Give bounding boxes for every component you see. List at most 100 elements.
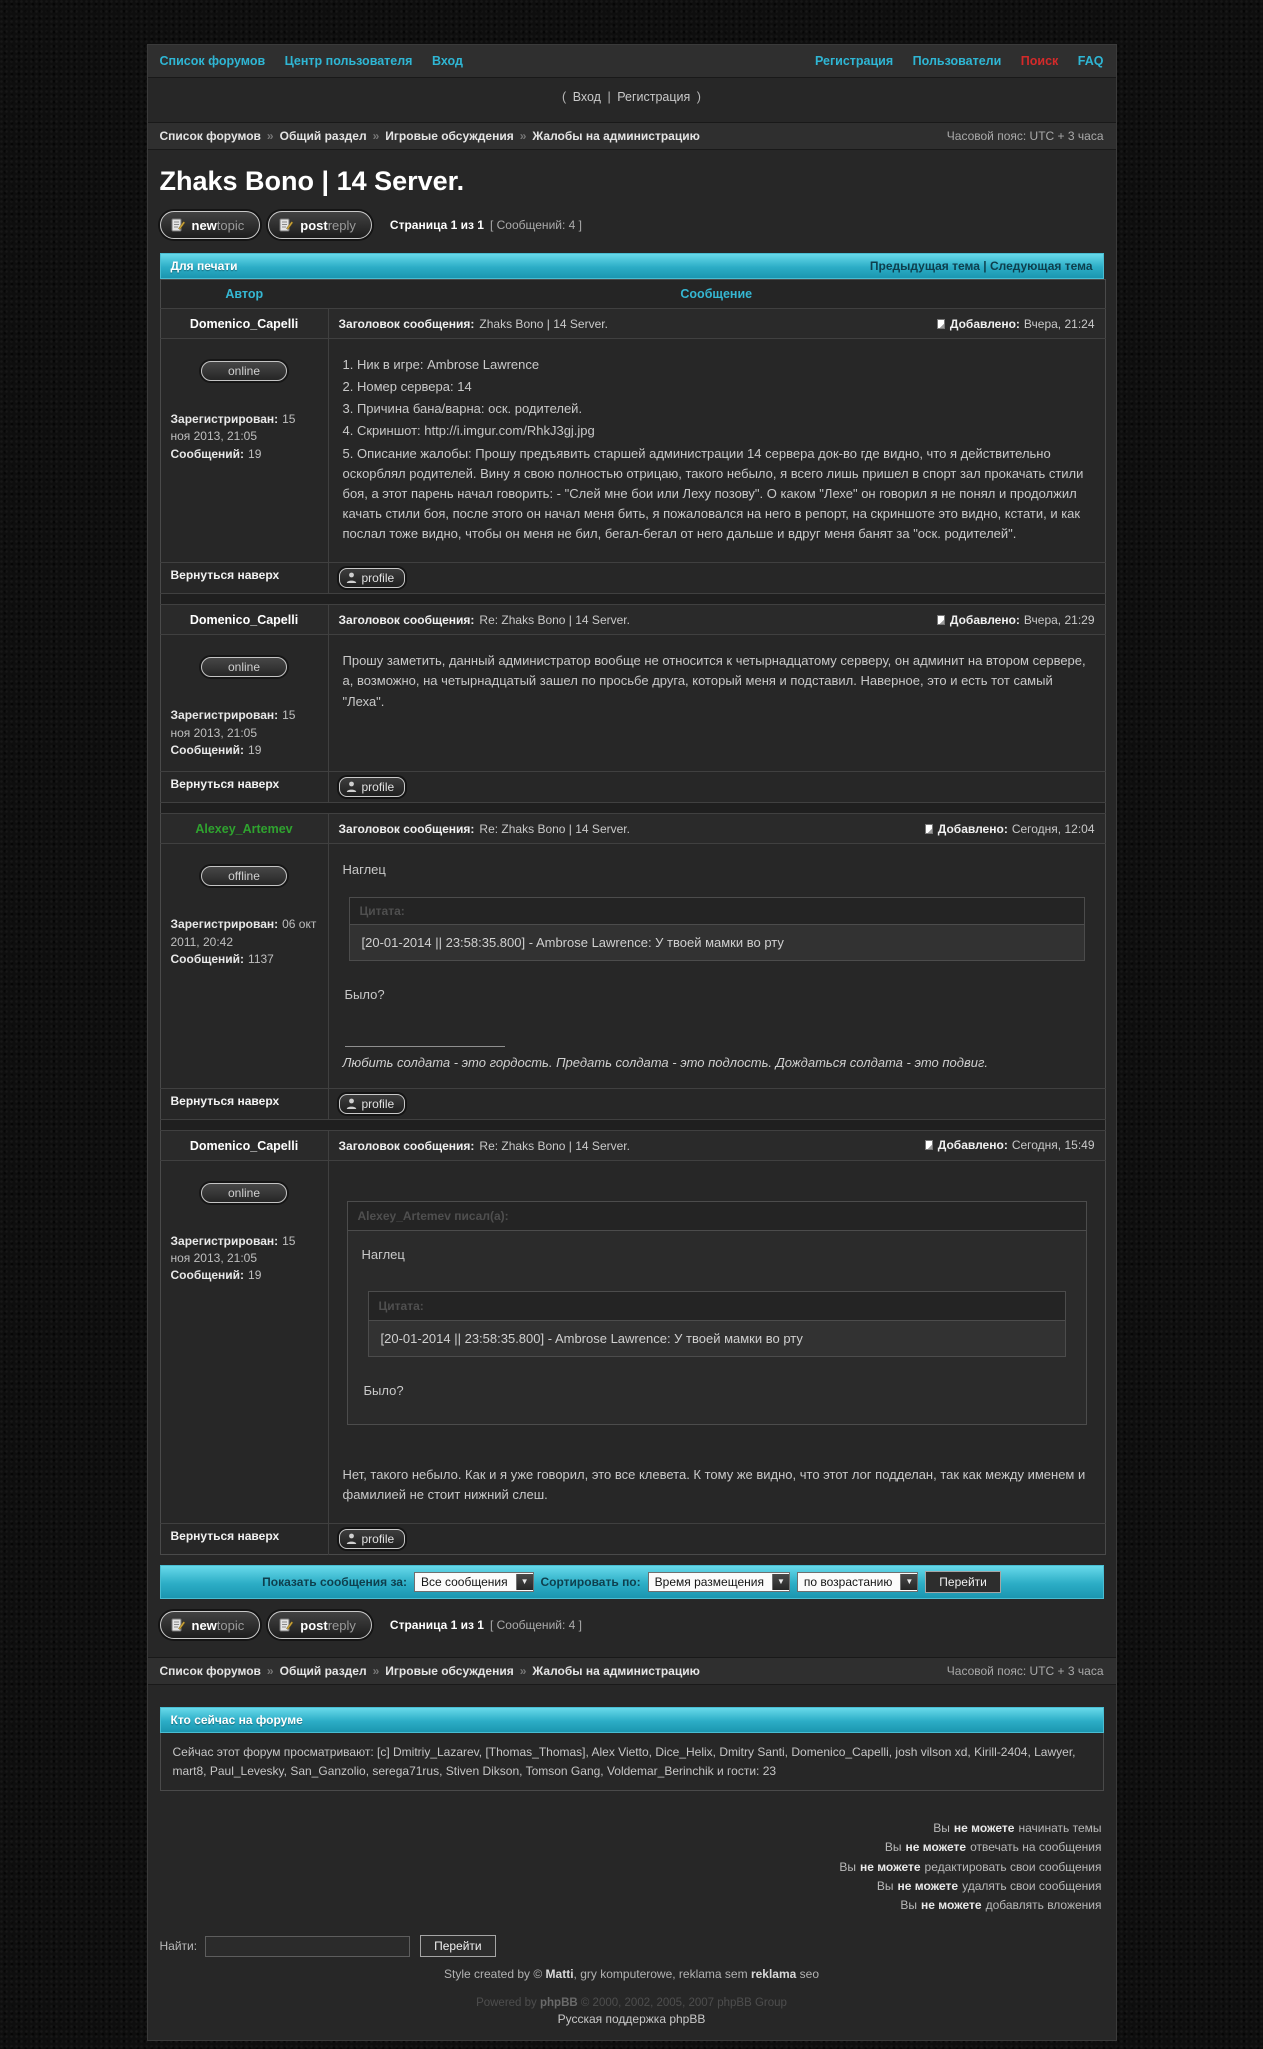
next-topic-link[interactable]: Следующая тема <box>990 259 1093 273</box>
user-details: Зарегистрирован: 06 окт 2011, 20:42 Сообщ… <box>171 916 318 968</box>
new-topic-button[interactable]: newtopic <box>159 211 261 239</box>
post-body-row: online Зарегистрирован: 15 ноя 2013, 21:0… <box>160 634 1105 772</box>
nav-login[interactable]: Вход <box>432 54 463 68</box>
register-link[interactable]: Регистрация <box>617 90 690 104</box>
message-line: 3. Причина бана/варна: оск. родителей. <box>342 401 583 417</box>
messages-label: Сообщений: <box>170 446 245 461</box>
sort-go-button[interactable]: Перейти <box>925 1571 1001 1593</box>
new-topic-label-strong: new <box>191 217 217 233</box>
post-author-link[interactable]: Domenico_Capelli <box>190 1139 298 1153</box>
user-icon <box>346 1533 356 1544</box>
profile-button[interactable]: profile <box>338 1093 406 1114</box>
subject-label: Заголовок сообщения: <box>338 822 475 837</box>
post-subject: Заголовок сообщения: Re: Zhaks Bono | 14 … <box>339 612 630 627</box>
topic-controls-bottom: newtopic postreply Страница 1 из 1 [ Сооб… <box>159 1611 1104 1639</box>
sort-by-label: Сортировать по: <box>540 1575 641 1589</box>
message-column-header: Сообщение <box>328 279 1105 309</box>
post-author-link[interactable]: Domenico_Capelli <box>190 613 298 627</box>
added-value: Вчера, 21:24 <box>1023 316 1095 331</box>
credit-text: Style created by © <box>443 1967 546 1982</box>
crumb-admin-complaints[interactable]: Жалобы на администрацию <box>532 1664 699 1678</box>
profile-button[interactable]: profile <box>338 777 406 798</box>
back-to-top-link[interactable]: Вернуться наверх <box>171 777 280 791</box>
back-to-top-link[interactable]: Вернуться наверх <box>171 1529 280 1543</box>
posts-table-header: Автор Сообщение <box>160 279 1105 309</box>
forum-page: Список форумов Центр пользователя Вход Р… <box>146 44 1117 2042</box>
back-to-top-link[interactable]: Вернуться наверх <box>171 1094 280 1108</box>
profile-button[interactable]: profile <box>338 1529 406 1549</box>
sort-field-value: Время размещения <box>654 1575 764 1589</box>
previous-topic-link[interactable]: Предыдущая тема <box>870 259 980 273</box>
page-info: Страница 1 из 1 [ Сообщений: 4 ] <box>390 1618 582 1632</box>
nav-register[interactable]: Регистрация <box>815 54 893 68</box>
crumb-forum-list[interactable]: Список форумов <box>160 129 261 143</box>
russian-support-link[interactable]: Русская поддержка phpBB <box>558 2012 706 2026</box>
search-input[interactable] <box>205 1935 411 1957</box>
nav-user-center[interactable]: Центр пользователя <box>285 54 413 68</box>
breadcrumb-bar-top: Список форумов » Общий раздел » Игровые обсу… <box>147 122 1116 150</box>
reklama-link[interactable]: reklama <box>751 1967 796 1981</box>
jump-search-row: Найти: Перейти <box>160 1935 1104 1958</box>
post-author-link[interactable]: Domenico_Capelli <box>190 317 298 331</box>
permission-line: Вы не можете редактировать свои сообщения <box>839 1859 1102 1874</box>
post-reply-button[interactable]: postreply <box>268 211 372 239</box>
crumb-general[interactable]: Общий раздел <box>280 1664 367 1678</box>
post-time-icon <box>924 823 933 834</box>
crumb-separator: » <box>266 1664 274 1678</box>
quote-header: Цитата: <box>368 1291 1065 1321</box>
forum-permissions: Вы не можете начинать темы Вы не можете отве… <box>162 1819 1102 1915</box>
paren-open: ( <box>562 90 567 104</box>
added-label: Добавлено: <box>949 316 1020 331</box>
post-message: 1. Ник в игре: Ambrose Lawrence 2. Номер… <box>328 339 1105 563</box>
nav-search[interactable]: Поиск <box>1021 54 1059 68</box>
post-author-link[interactable]: Alexey_Artemev <box>195 822 292 836</box>
breadcrumb-bar-bottom: Список форумов » Общий раздел » Игровые обсу… <box>147 1657 1116 1685</box>
sort-order-select[interactable]: по возрастанию ▼ <box>796 1572 919 1592</box>
post-added: Добавлено: Сегодня, 12:04 <box>924 822 1095 836</box>
new-topic-button[interactable]: newtopic <box>159 1611 261 1639</box>
new-topic-icon <box>171 218 185 232</box>
online-status-badge: online <box>201 361 287 381</box>
message-line: Было? <box>344 986 385 1002</box>
messages-value: 19 <box>248 446 262 461</box>
post-body-row: online Зарегистрирован: 15 ноя 2013, 21:0… <box>160 1160 1105 1524</box>
whois-header: Кто сейчас на форуме <box>159 1707 1104 1733</box>
search-go-button[interactable]: Перейти <box>420 1935 496 1958</box>
nav-members[interactable]: Пользователи <box>913 54 1002 68</box>
subject-label: Заголовок сообщения: <box>338 613 475 628</box>
online-status-badge: online <box>201 1182 287 1203</box>
quote-box: Цитата: [20-01-2014 || 23:58:35.800] - A… <box>348 896 1085 961</box>
sort-field-select[interactable]: Время размещения ▼ <box>647 1572 790 1592</box>
subject-value: Re: Zhaks Bono | 14 Server. <box>479 822 630 837</box>
crumb-general[interactable]: Общий раздел <box>280 129 367 143</box>
crumb-game-discussions[interactable]: Игровые обсуждения <box>385 129 513 143</box>
profile-button[interactable]: profile <box>338 568 406 589</box>
crumb-admin-complaints[interactable]: Жалобы на администрацию <box>532 129 699 143</box>
matti-link[interactable]: Matti <box>546 1967 574 1981</box>
nav-faq[interactable]: FAQ <box>1078 54 1104 68</box>
post-count: [ Сообщений: 4 ] <box>489 218 582 232</box>
chevron-down-icon: ▼ <box>515 1574 533 1590</box>
page-number: Страница 1 из 1 <box>389 218 484 232</box>
outer-quote-box: Alexey_Artemev писал(а): Наглец Цитата: … <box>346 1200 1087 1425</box>
message-line-screenshot-url[interactable]: 4. Скриншот: http://i.imgur.com/RhkJ3gj.… <box>343 421 1091 441</box>
post-header-row: Domenico_Capelli Заголовок сообщения: Zha… <box>160 308 1105 339</box>
new-topic-label-light: topic <box>216 1617 245 1633</box>
new-topic-label-strong: new <box>191 1617 217 1633</box>
page-title: Zhaks Bono | 14 Server. <box>159 166 465 196</box>
post-reply-button[interactable]: postreply <box>268 1611 372 1639</box>
crumb-forum-list[interactable]: Список форумов <box>160 1664 261 1678</box>
print-view-link[interactable]: Для печати <box>171 259 238 273</box>
crumb-game-discussions[interactable]: Игровые обсуждения <box>385 1664 513 1678</box>
show-posts-select[interactable]: Все сообщения ▼ <box>413 1572 534 1592</box>
messages-label: Сообщений: <box>170 1268 245 1283</box>
post-reply-icon <box>279 218 294 232</box>
post-time-icon <box>936 318 945 329</box>
login-link[interactable]: Вход <box>573 90 601 104</box>
added-label: Добавлено: <box>949 612 1020 627</box>
show-posts-label: Показать сообщения за: <box>262 1575 407 1589</box>
nav-forum-list[interactable]: Список форумов <box>160 54 266 68</box>
back-to-top-link[interactable]: Вернуться наверх <box>171 568 280 582</box>
post-time-icon <box>936 614 945 625</box>
crumb-separator: » <box>266 129 274 143</box>
